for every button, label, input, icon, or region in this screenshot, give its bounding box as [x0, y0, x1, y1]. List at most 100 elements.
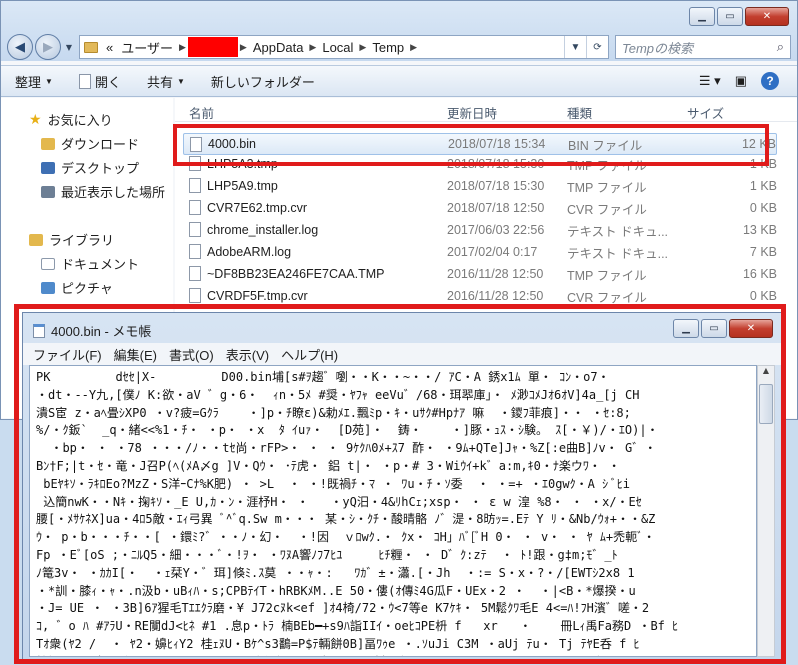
file-size: 0 KB: [749, 201, 777, 215]
sidebar-item-recent[interactable]: 最近表示した場所: [41, 182, 165, 201]
desktop-icon: [41, 161, 55, 174]
file-size: 7 KB: [749, 245, 777, 259]
file-date: 2017/06/03 22:56: [447, 223, 545, 237]
sidebar-item-label: 最近表示した場所: [61, 185, 166, 200]
column-name[interactable]: 名前: [189, 103, 214, 122]
file-name: CVR7E62.tmp.cvr: [207, 201, 308, 215]
file-name: CVRDF5F.tmp.cvr: [207, 289, 308, 303]
redacted-username: [187, 37, 238, 57]
share-label: 共有: [146, 74, 173, 90]
column-type[interactable]: 種類: [567, 103, 592, 122]
scroll-up-icon[interactable]: ▲: [758, 366, 774, 382]
pictures-icon: [41, 281, 55, 294]
file-icon: [189, 222, 201, 237]
file-type: テキスト ドキュ...: [567, 224, 669, 239]
library-icon: [29, 233, 43, 246]
sidebar-item-libraries[interactable]: ライブラリ: [29, 230, 114, 249]
minimize-icon[interactable]: ▁: [673, 319, 699, 338]
open-button[interactable]: 開く: [78, 72, 121, 91]
vertical-scrollbar[interactable]: ▲: [757, 365, 775, 657]
file-date: 2016/11/28 12:50: [447, 289, 544, 303]
maximize-icon[interactable]: ▭: [701, 319, 727, 338]
address-box[interactable]: « ユーザー ▶ ▶ AppData ▶ Local ▶ Temp ▶ ▼ ⟳: [79, 35, 609, 59]
chevron-down-icon: ▼: [45, 76, 53, 86]
notepad-menu-bar: ファイル(F) 編集(E) 書式(O) 表示(V) ヘルプ(H): [23, 343, 781, 365]
menu-view[interactable]: 表示(V): [226, 345, 269, 364]
column-size[interactable]: サイズ: [687, 103, 724, 122]
organize-button[interactable]: 整理 ▼: [15, 72, 53, 91]
breadcrumb-separator-icon[interactable]: ▶: [410, 42, 417, 53]
history-dropdown-icon[interactable]: ▼: [63, 43, 75, 52]
file-row[interactable]: AdobeARM.log 2017/02/04 0:17 テキスト ドキュ...…: [183, 241, 777, 263]
menu-file[interactable]: ファイル(F): [33, 345, 102, 364]
breadcrumb-local[interactable]: Local: [322, 40, 353, 55]
sidebar-item-desktop[interactable]: デスクトップ: [41, 158, 139, 177]
folder-icon: [84, 41, 98, 53]
help-icon[interactable]: ?: [761, 72, 779, 90]
file-size: 16 KB: [742, 267, 777, 281]
file-row[interactable]: ~DF8BB23EA246FE7CAA.TMP 2016/11/28 12:50…: [183, 263, 777, 285]
refresh-icon[interactable]: ⟳: [586, 36, 608, 58]
organize-label: 整理: [15, 74, 42, 90]
file-size: 1 KB: [749, 179, 777, 193]
breadcrumb-separator-icon[interactable]: ▶: [359, 42, 366, 53]
breadcrumb-separator-icon[interactable]: ▶: [309, 42, 316, 53]
file-row[interactable]: CVRDF5F.tmp.cvr 2016/11/28 12:50 CVR ファイ…: [183, 285, 777, 307]
back-arrow-icon[interactable]: ◀: [7, 34, 33, 60]
breadcrumb-separator-icon[interactable]: ▶: [179, 42, 186, 53]
notepad-window: 4000.bin - メモ帳 ▁ ▭ ✕ ファイル(F) 編集(E) 書式(O)…: [22, 312, 782, 662]
file-type: テキスト ドキュ...: [567, 246, 669, 261]
breadcrumb-separator-icon[interactable]: ▶: [240, 42, 247, 53]
breadcrumb-appdata[interactable]: AppData: [253, 40, 304, 55]
breadcrumb-temp[interactable]: Temp: [372, 40, 404, 55]
share-button[interactable]: 共有 ▼: [147, 72, 185, 91]
file-type: CVR ファイル: [567, 202, 647, 217]
forward-arrow-icon[interactable]: ▶: [35, 34, 61, 60]
recent-places-icon: [41, 185, 55, 198]
file-type: CVR ファイル: [567, 290, 647, 305]
search-icon[interactable]: ⌕: [777, 39, 784, 55]
file-date: 2016/11/28 12:50: [447, 267, 544, 281]
command-bar: 整理 ▼ 開く 共有 ▼ 新しいフォルダー ☰ ▾ ▣ ?: [1, 65, 797, 97]
address-bar-row: ◀ ▶ ▼ « ユーザー ▶ ▶ AppData ▶ Local ▶ Temp …: [7, 34, 791, 60]
sidebar-item-downloads[interactable]: ダウンロード: [41, 134, 139, 153]
downloads-folder-icon: [41, 137, 55, 150]
address-dropdown-icon[interactable]: ▼: [564, 36, 586, 58]
highlight-box: [173, 124, 769, 166]
menu-format[interactable]: 書式(O): [169, 345, 214, 364]
notepad-text-area[interactable]: PK dｾｾ|X- D00.bin埔[s#ｦ趨゛嚠・・K・・~・・/ ｱC・A …: [29, 365, 757, 657]
sidebar-item-pictures[interactable]: ピクチャ: [41, 278, 113, 297]
file-size: 13 KB: [742, 223, 777, 237]
sidebar-item-label: ダウンロード: [61, 137, 140, 152]
column-date[interactable]: 更新日時: [447, 103, 497, 122]
close-icon[interactable]: ✕: [745, 7, 789, 26]
file-size: 0 KB: [749, 289, 777, 303]
menu-edit[interactable]: 編集(E): [114, 345, 157, 364]
file-row[interactable]: CVR7E62.tmp.cvr 2018/07/18 12:50 CVR ファイ…: [183, 197, 777, 219]
file-row[interactable]: LHP5A9.tmp 2018/07/18 15:30 TMP ファイル 1 K…: [183, 175, 777, 197]
search-input[interactable]: Tempの検索 ⌕: [615, 35, 791, 59]
window-title: 4000.bin - メモ帳: [51, 324, 152, 339]
new-folder-button[interactable]: 新しいフォルダー: [211, 72, 315, 91]
view-options-icon[interactable]: ☰ ▾: [699, 73, 721, 89]
maximize-icon[interactable]: ▭: [717, 7, 743, 26]
breadcrumb-users[interactable]: ユーザー: [121, 38, 173, 57]
sidebar-item-label: ピクチャ: [61, 281, 113, 296]
close-icon[interactable]: ✕: [729, 319, 773, 338]
file-icon: [189, 200, 201, 215]
menu-help[interactable]: ヘルプ(H): [281, 345, 338, 364]
column-headers: 名前 更新日時 種類 サイズ: [175, 98, 797, 122]
file-row[interactable]: chrome_installer.log 2017/06/03 22:56 テキ…: [183, 219, 777, 241]
sidebar-item-favorites[interactable]: ★ お気に入り: [29, 110, 113, 129]
file-type: TMP ファイル: [567, 180, 647, 195]
search-placeholder: Tempの検索: [622, 40, 694, 56]
file-type: TMP ファイル: [567, 268, 647, 283]
breadcrumb-prefix: «: [106, 39, 114, 55]
file-name: LHP5A9.tmp: [207, 179, 278, 193]
preview-pane-icon[interactable]: ▣: [735, 73, 747, 89]
notepad-caption-buttons: ▁ ▭ ✕: [673, 319, 773, 338]
scroll-thumb[interactable]: [759, 384, 773, 424]
document-icon: [78, 73, 91, 89]
sidebar-item-documents[interactable]: ドキュメント: [41, 254, 139, 273]
minimize-icon[interactable]: ▁: [689, 7, 715, 26]
